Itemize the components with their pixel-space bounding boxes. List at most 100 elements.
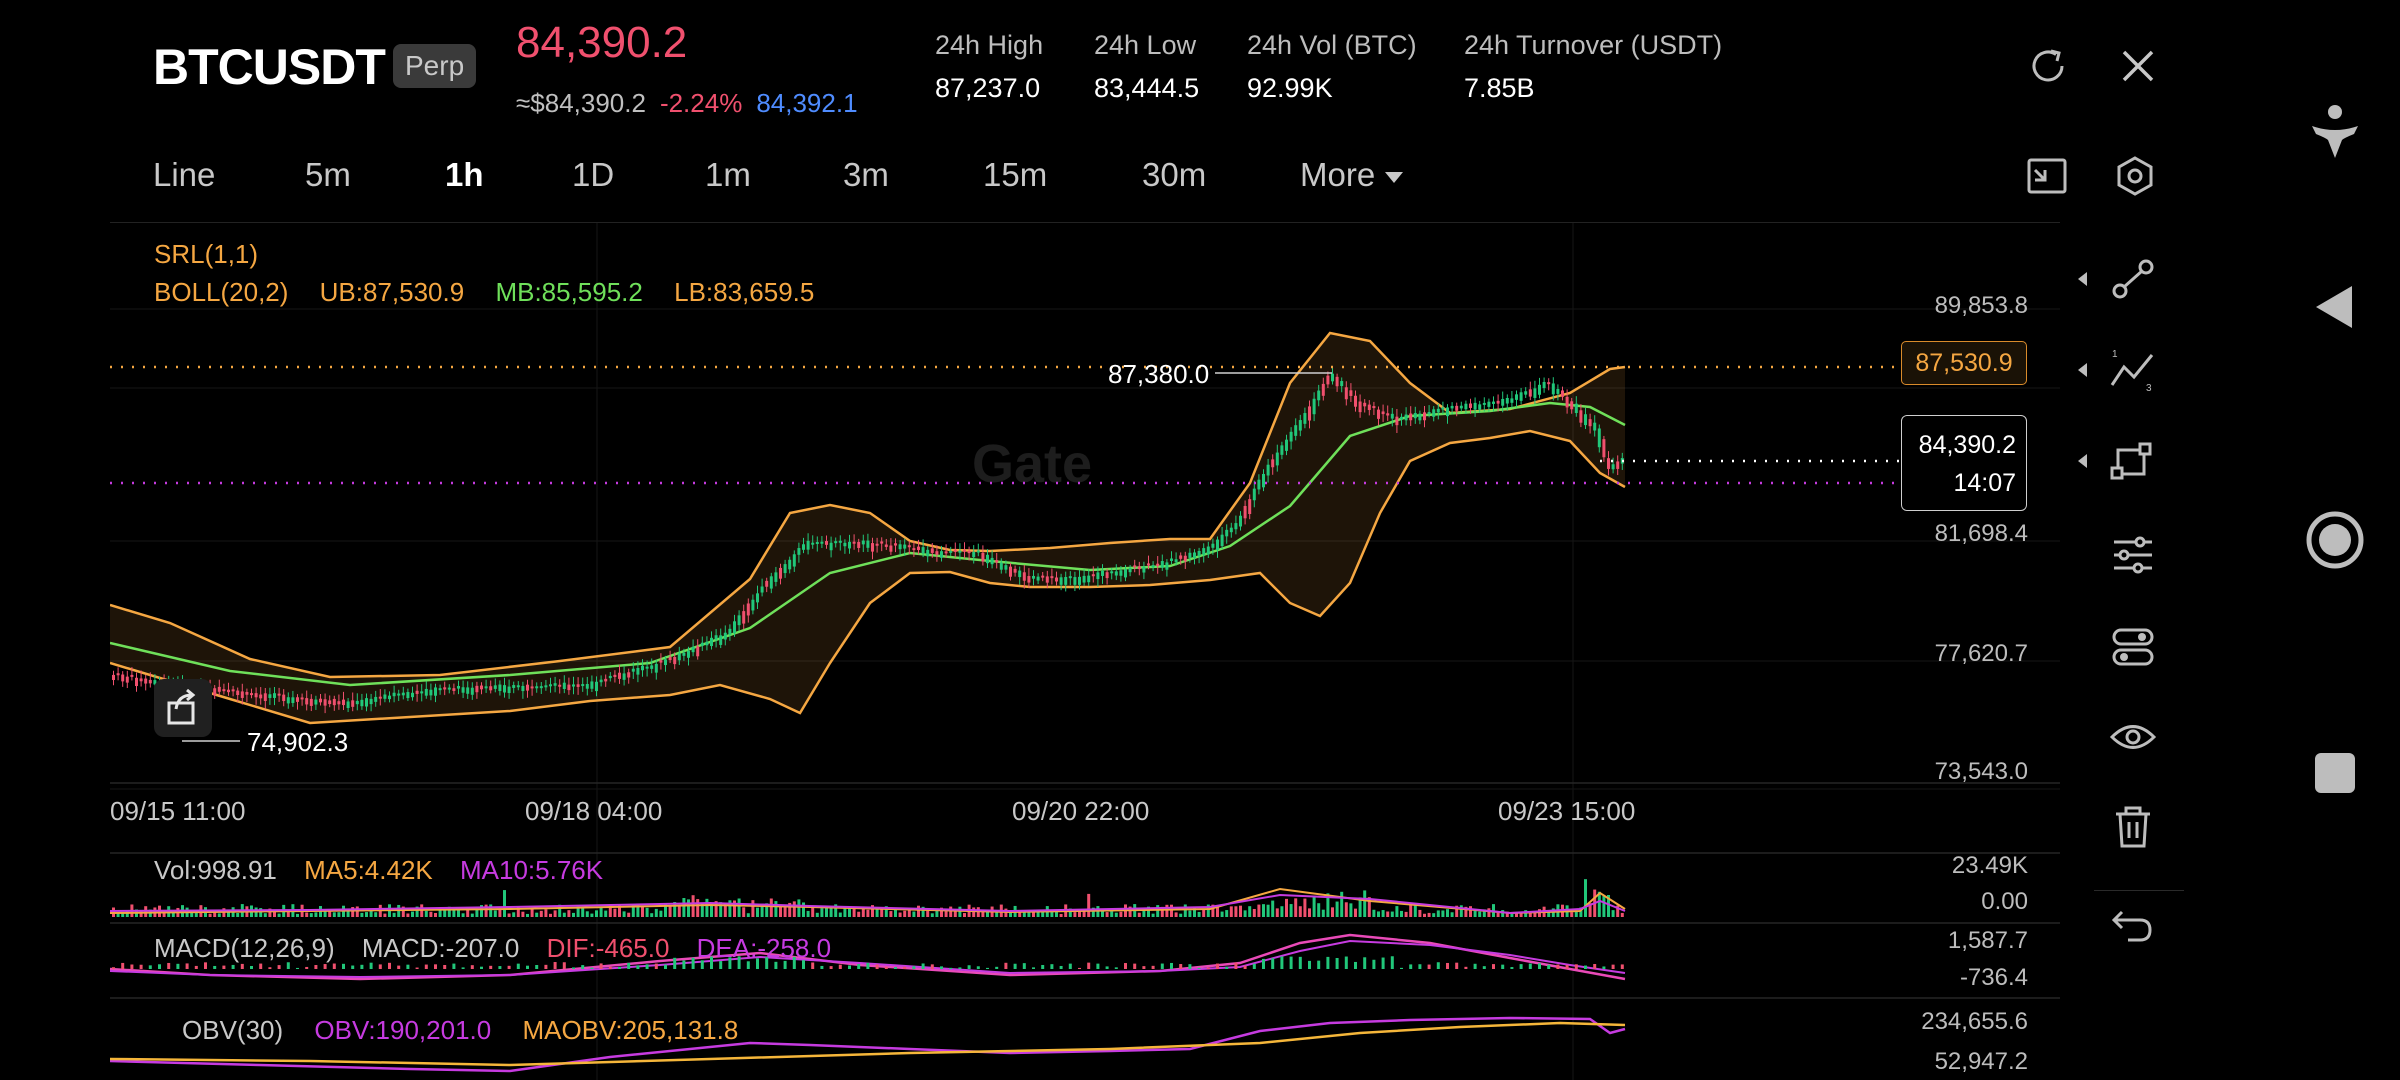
candle (944, 551, 948, 554)
settings-sliders-icon[interactable] (2108, 530, 2158, 580)
tab-1h[interactable]: 1h (445, 156, 484, 194)
share-icon (167, 688, 196, 725)
macd-histogram-bar (240, 963, 244, 969)
candle (636, 667, 640, 675)
macd-histogram-bar (342, 963, 345, 969)
candle (227, 689, 230, 693)
candle (907, 545, 911, 548)
last-price-tag[interactable]: 84,390.2 14:07 (1901, 415, 2027, 511)
stat-label: 24h Low (1094, 30, 1197, 60)
volume-bar (296, 913, 299, 917)
macd-histogram-bar (848, 965, 851, 969)
expand-caret-icon[interactable] (2078, 454, 2087, 468)
candle (825, 541, 828, 545)
candle (332, 698, 336, 706)
eye-icon[interactable] (2108, 712, 2158, 762)
candle (1473, 402, 1477, 410)
macd-histogram-bar (1363, 957, 1367, 969)
stat-value: 7.85B (1464, 73, 1535, 103)
share-button[interactable] (154, 679, 212, 737)
candle (1087, 575, 1091, 583)
chevron-down-icon (1385, 171, 1404, 183)
symbol-title[interactable]: BTCUSDT (153, 38, 386, 96)
candle (1257, 479, 1261, 490)
tab-5m[interactable]: 5m (305, 156, 351, 194)
macd-histogram-bar (572, 967, 575, 969)
candle (240, 691, 244, 698)
macd-histogram-bar (305, 966, 309, 969)
candle (1248, 499, 1252, 515)
macd-histogram-bar (1593, 964, 1597, 969)
volume-bar (1446, 909, 1449, 917)
candle (503, 685, 506, 693)
candle (1160, 561, 1164, 568)
candle (1423, 412, 1426, 421)
refresh-icon[interactable] (2026, 44, 2070, 88)
home-icon[interactable] (2300, 505, 2370, 575)
tab-1d[interactable]: 1D (572, 156, 614, 194)
candle (733, 621, 736, 634)
candle (1009, 566, 1012, 577)
candle (1068, 576, 1072, 579)
expand-caret-icon[interactable] (2078, 363, 2087, 377)
adjust-icon[interactable] (2108, 622, 2158, 672)
back-icon[interactable] (2300, 272, 2370, 342)
candle (1183, 555, 1187, 562)
tab-3m[interactable]: 3m (843, 156, 889, 194)
candle (995, 560, 999, 563)
macd-histogram-bar (1335, 957, 1339, 969)
candle (664, 659, 667, 666)
candle (1142, 566, 1146, 573)
trend-line-icon[interactable] (2108, 254, 2158, 304)
macd-histogram-bar (1188, 964, 1192, 969)
volume-bar (1266, 904, 1270, 917)
macd-histogram-bar (470, 965, 474, 969)
candle (673, 657, 677, 665)
shape-icon[interactable] (2108, 436, 2158, 486)
macd-histogram-bar (480, 966, 483, 969)
candle (1446, 407, 1449, 417)
volume-bar (360, 912, 364, 917)
undo-icon[interactable] (2108, 900, 2158, 950)
fib-icon[interactable]: 13 (2108, 345, 2158, 395)
tab-30m[interactable]: 30m (1142, 156, 1206, 194)
volume-bar (1229, 906, 1233, 917)
volume-bar (641, 906, 644, 917)
kline-chart[interactable]: Gate 89,853.8 81,698.4 77,620.7 73,543.0 09/… (110, 222, 2060, 1080)
candle (576, 684, 580, 687)
boll-mb: MB:85,595.2 (495, 277, 643, 307)
candle (917, 546, 920, 551)
macd-histogram-bar (1574, 964, 1578, 969)
recents-icon[interactable] (2300, 738, 2370, 808)
macd-histogram-bar (995, 966, 999, 969)
volume-bar (314, 912, 318, 917)
tab-more[interactable]: More (1300, 156, 1404, 194)
accessibility-icon[interactable] (2300, 98, 2370, 168)
boll-indicator: BOLL(20,2) UB:87,530.9 MB:85,595.2 LB:83… (154, 277, 814, 308)
volume-bar (1363, 890, 1367, 917)
candle (1050, 576, 1054, 579)
tab-15m[interactable]: 15m (983, 156, 1047, 194)
volume-bar (1349, 903, 1353, 917)
candle (668, 657, 672, 661)
candle (967, 550, 971, 554)
macd-histogram-bar (378, 964, 382, 969)
vol-indicator: Vol:998.91 MA5:4.42K MA10:5.76K (154, 855, 603, 886)
fullscreen-exit-icon[interactable] (2025, 154, 2069, 198)
expand-caret-icon[interactable] (2078, 272, 2087, 286)
volume-bar (875, 909, 879, 917)
volume-bar (1510, 913, 1514, 917)
candle (1487, 401, 1491, 407)
volume-bar (917, 905, 920, 917)
chart-settings-icon[interactable] (2113, 154, 2157, 198)
candle (112, 674, 115, 681)
volume-bar (493, 910, 497, 917)
volume-bar (1041, 911, 1045, 917)
tab-line[interactable]: Line (153, 156, 215, 194)
trash-icon[interactable] (2108, 802, 2158, 852)
macd-histogram-bar (1400, 967, 1403, 969)
volume-bar (797, 899, 801, 917)
macd-histogram-bar (1225, 966, 1229, 969)
tab-1m[interactable]: 1m (705, 156, 751, 194)
close-icon[interactable] (2116, 44, 2160, 88)
